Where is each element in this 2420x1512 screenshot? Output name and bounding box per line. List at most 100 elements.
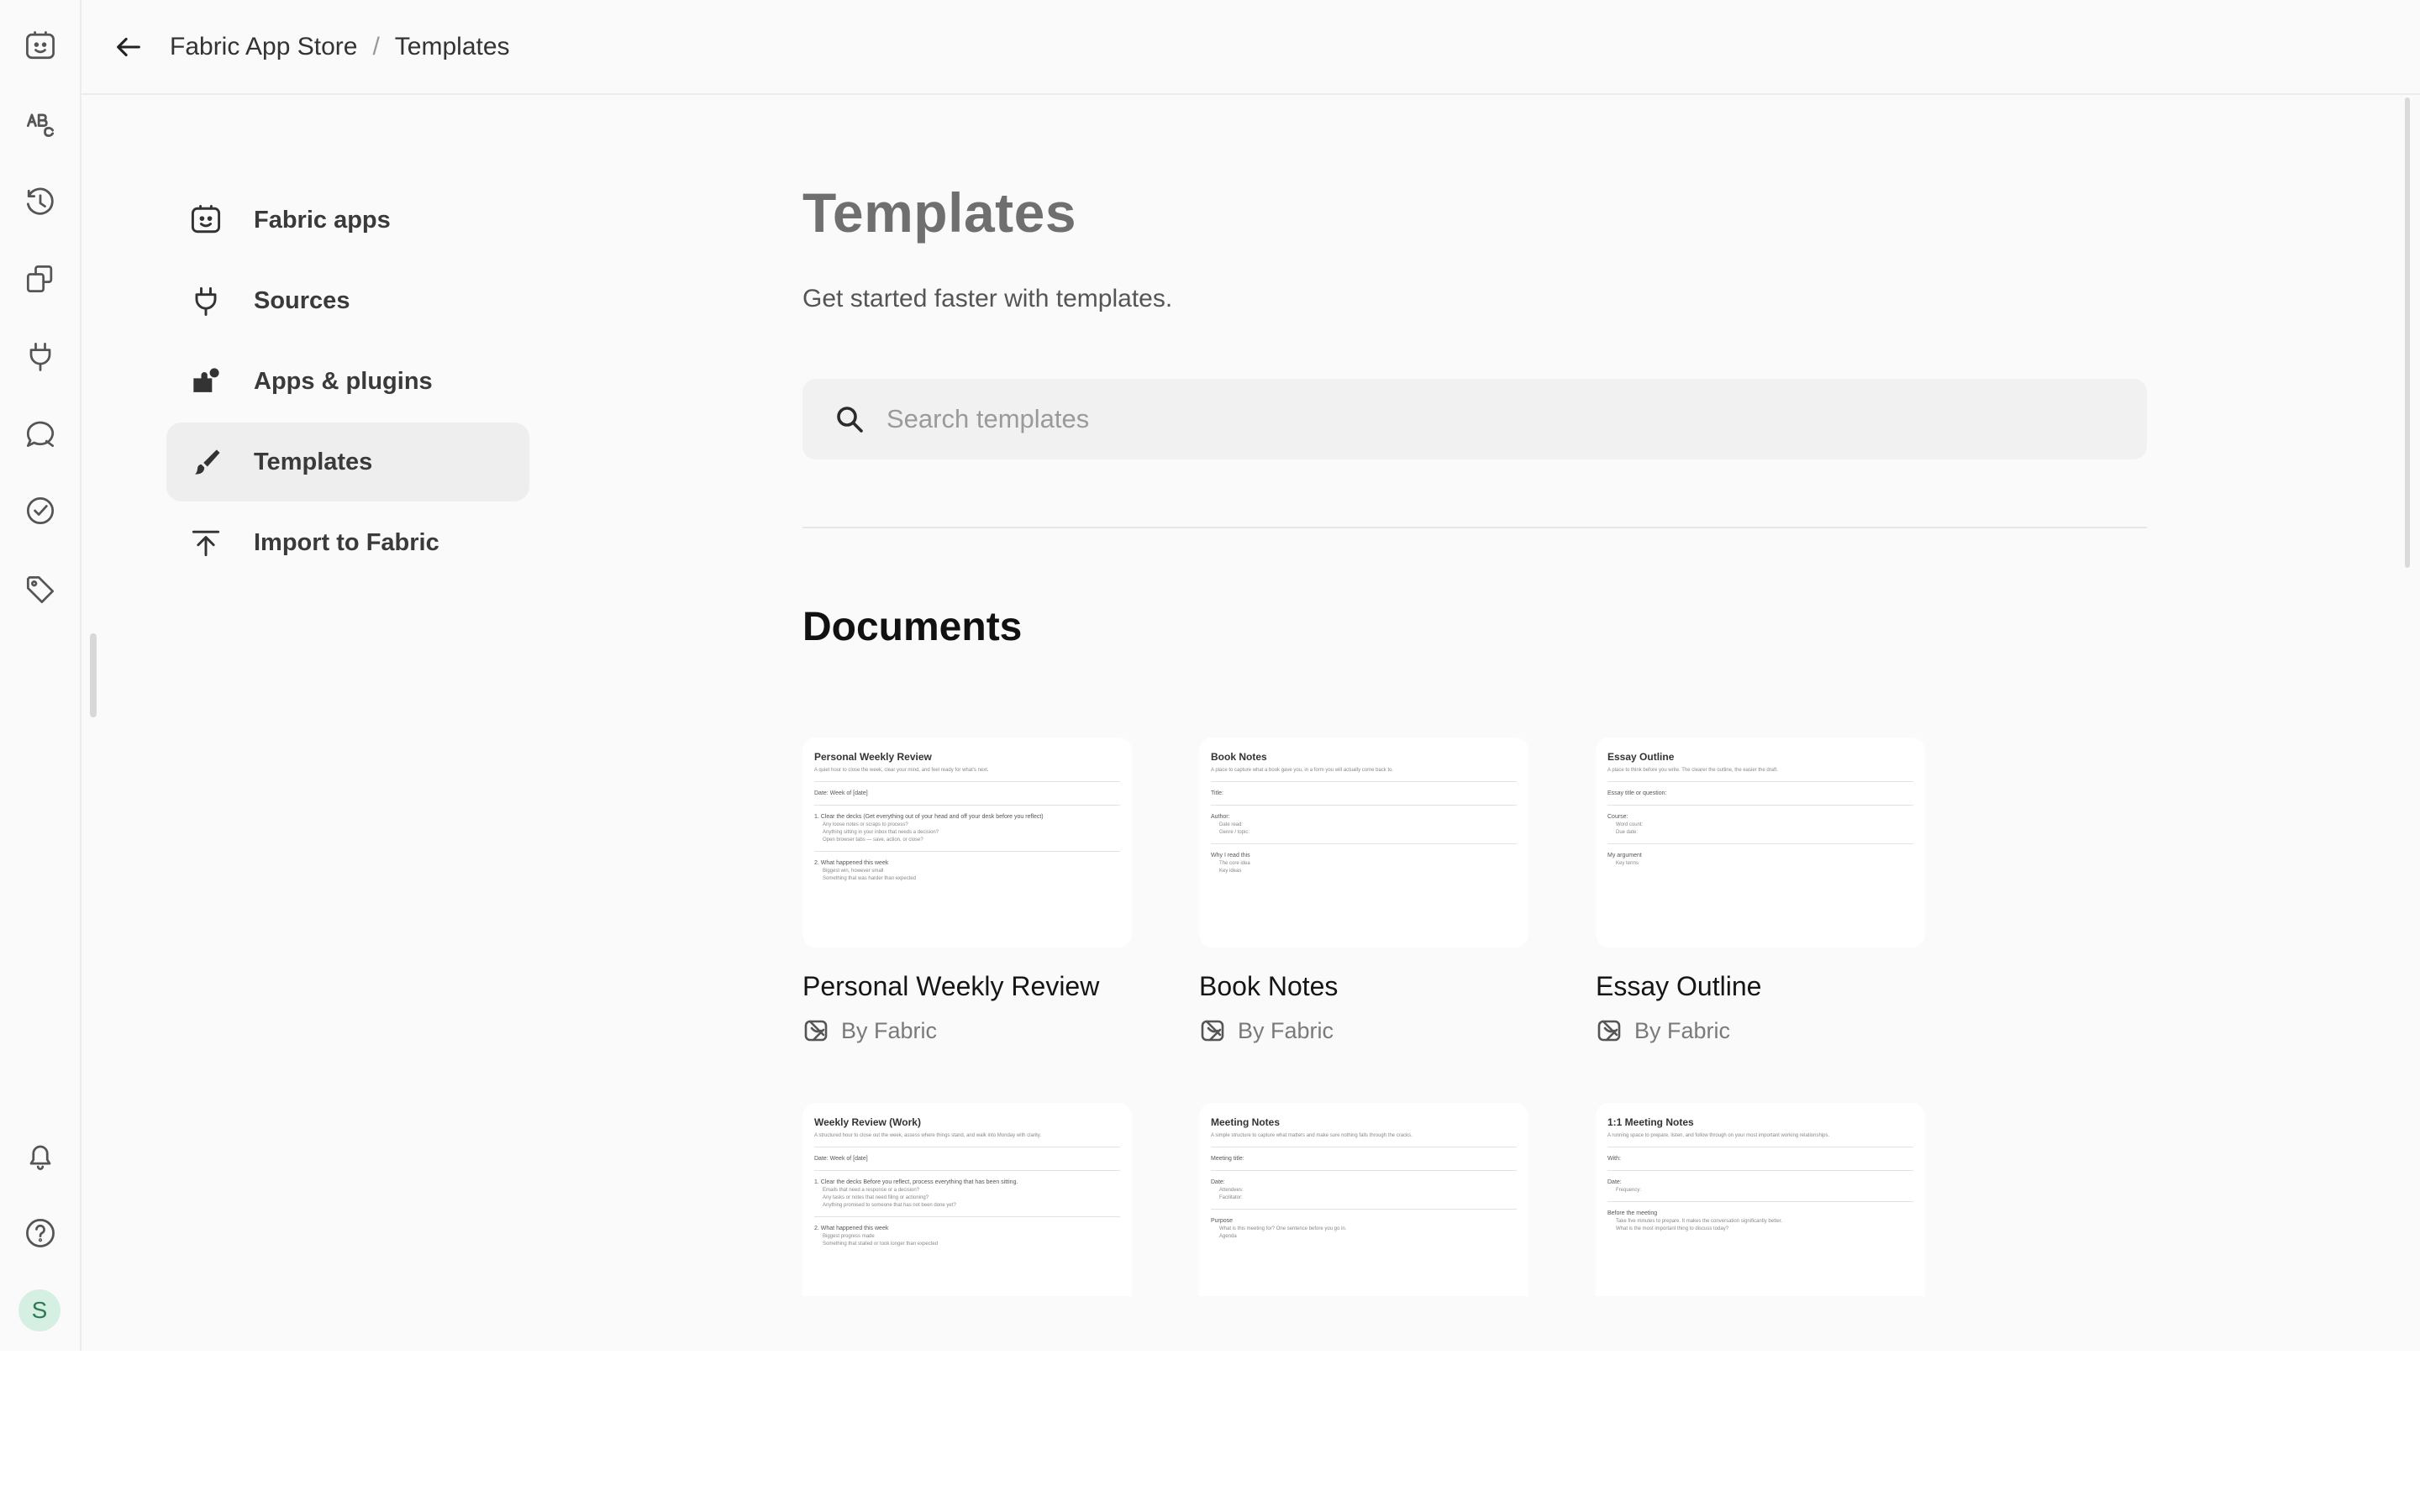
thumb-divider <box>1607 1201 1913 1202</box>
nav-item-sources[interactable]: Sources <box>166 261 529 340</box>
nav-item-templates[interactable]: Templates <box>166 423 529 501</box>
thumb-row: Essay title or question: <box>1607 790 1667 796</box>
thumb-bullet: What is the most important thing to disc… <box>1616 1226 1729 1231</box>
template-thumbnail: Meeting Notes A simple structure to capt… <box>1199 1103 1528 1296</box>
thumb-desc: A place to capture what a book gave you,… <box>1211 768 1394 773</box>
thumb-bullet: Biggest progress made <box>823 1234 875 1239</box>
template-title: Book Notes <box>1199 971 1339 1001</box>
text-abc-icon[interactable] <box>18 101 62 144</box>
avatar[interactable]: S <box>18 1289 60 1331</box>
thumb-divider <box>814 781 1120 782</box>
check-circle-icon[interactable] <box>18 489 62 533</box>
breadcrumb-separator: / <box>372 33 380 60</box>
template-card[interactable]: Meeting Notes A simple structure to capt… <box>1199 1103 1528 1296</box>
scrollbar[interactable] <box>2405 97 2410 568</box>
thumb-bullet: Anything sitting in your inbox that need… <box>823 830 939 835</box>
template-title: Personal Weekly Review <box>802 971 1100 1001</box>
template-card[interactable]: Essay Outline A place to think before yo… <box>1596 738 1925 1044</box>
thumb-desc: A simple structure to capture what matte… <box>1211 1133 1413 1138</box>
fabric-logo-icon <box>1201 1020 1224 1042</box>
thumb-bullet: Any loose notes or scraps to process? <box>823 822 908 827</box>
thumb-title: 1:1 Meeting Notes <box>1607 1116 1694 1128</box>
template-card[interactable]: 1:1 Meeting Notes A running space to pre… <box>1596 1103 1925 1296</box>
template-thumbnail: Essay Outline A place to think before yo… <box>1596 738 1925 948</box>
thumb-bullet: The core idea <box>1219 861 1250 866</box>
thumb-title: Personal Weekly Review <box>814 751 932 763</box>
thumb-bullet: Anything promised to someone that has no… <box>823 1203 956 1208</box>
thumb-bullet: Key terms <box>1616 861 1639 866</box>
thumb-bullet: Frequency: <box>1616 1188 1642 1193</box>
search-input[interactable] <box>886 404 2063 434</box>
thumb-row: Date: Week of [date] <box>814 790 868 796</box>
thumb-row: 2. What happened this week <box>814 1226 889 1231</box>
main-content: Templates Get started faster with templa… <box>802 181 2147 650</box>
template-author: By Fabric <box>802 1017 1132 1044</box>
thumb-desc: A running space to prepare, listen, and … <box>1607 1133 1830 1138</box>
nav-item-label: Fabric apps <box>254 206 391 234</box>
thumb-row: Author: <box>1211 814 1230 820</box>
thumb-row: Purpose <box>1211 1218 1234 1224</box>
tag-icon[interactable] <box>18 568 62 612</box>
thumb-row: Date: Week of [date] <box>814 1156 868 1162</box>
plug-icon[interactable] <box>18 334 62 378</box>
thumb-row: Date: <box>1607 1179 1622 1185</box>
thumb-divider <box>814 851 1120 852</box>
thumb-row: Before the meeting <box>1607 1210 1658 1216</box>
thumb-desc: A quiet hour to close the week, clear yo… <box>814 768 989 773</box>
thumb-row: 1. Clear the decks Before you reflect, p… <box>814 1179 1018 1185</box>
history-icon[interactable] <box>18 181 62 224</box>
thumb-row: Meeting title: <box>1211 1156 1244 1162</box>
thumb-bullet: Due date: <box>1616 830 1639 835</box>
thumb-bullet: Genre / topic: <box>1219 830 1250 835</box>
template-author-label: By Fabric <box>1634 1017 1731 1043</box>
thumb-row: Date: <box>1211 1179 1225 1185</box>
thumb-bullet: Agenda <box>1219 1234 1237 1239</box>
resize-handle[interactable] <box>90 633 97 717</box>
chat-icon[interactable] <box>18 412 62 455</box>
back-button[interactable] <box>107 25 150 69</box>
template-card[interactable]: Book Notes A place to capture what a boo… <box>1199 738 1528 1044</box>
thumb-row: Course: <box>1607 814 1628 820</box>
breadcrumb: Fabric App Store / Templates <box>170 30 510 64</box>
thumb-row: 1. Clear the decks (Get everything out o… <box>814 814 1044 820</box>
nav-item-apps-plugins[interactable]: Apps & plugins <box>166 342 529 421</box>
search-bar[interactable] <box>802 379 2147 459</box>
thumb-row: My argument <box>1607 853 1642 858</box>
thumb-divider <box>1211 1170 1517 1171</box>
thumb-row: Why I read this <box>1211 853 1250 858</box>
thumb-title: Weekly Review (Work) <box>814 1116 921 1128</box>
nav-item-label: Templates <box>254 448 373 475</box>
store-nav: Fabric apps Sources Apps & plugins Templ… <box>166 181 529 584</box>
template-card[interactable]: Weekly Review (Work) A structured hour t… <box>802 1103 1132 1296</box>
fabric-face-icon[interactable] <box>18 24 62 68</box>
thumb-row: 2. What happened this week <box>814 860 889 866</box>
template-author-label: By Fabric <box>1238 1017 1334 1043</box>
thumb-divider <box>814 1216 1120 1217</box>
brush-icon <box>187 443 225 481</box>
thumb-divider <box>814 805 1120 806</box>
nav-item-fabric-apps[interactable]: Fabric apps <box>166 181 529 260</box>
nav-item-label: Sources <box>254 286 350 314</box>
collections-icon[interactable] <box>18 257 62 301</box>
thumb-divider <box>1607 781 1913 782</box>
nav-item-import[interactable]: Import to Fabric <box>166 503 529 582</box>
icon-rail: S <box>0 0 82 1351</box>
template-title: Essay Outline <box>1596 971 1762 1001</box>
search-icon <box>837 407 863 433</box>
template-thumbnail: Book Notes A place to capture what a boo… <box>1199 738 1528 948</box>
nav-item-label: Import to Fabric <box>254 528 439 556</box>
thumb-title: Meeting Notes <box>1211 1116 1281 1128</box>
template-card[interactable]: Personal Weekly Review A quiet hour to c… <box>802 738 1132 1044</box>
template-thumbnail: Weekly Review (Work) A structured hour t… <box>802 1103 1132 1296</box>
bell-icon[interactable] <box>18 1134 62 1178</box>
breadcrumb-current: Templates <box>394 33 510 60</box>
thumb-divider <box>1607 843 1913 844</box>
template-author: By Fabric <box>1596 1017 1925 1044</box>
thumb-title: Essay Outline <box>1607 751 1675 763</box>
fabric-face-icon <box>187 201 225 239</box>
thumb-bullet: Any tasks or notes that need filing or a… <box>823 1195 929 1200</box>
thumb-bullet: Emails that need a response or a decisio… <box>823 1188 920 1193</box>
breadcrumb-parent[interactable]: Fabric App Store <box>170 33 357 61</box>
thumb-divider <box>1211 1209 1517 1210</box>
help-icon[interactable] <box>18 1211 62 1255</box>
